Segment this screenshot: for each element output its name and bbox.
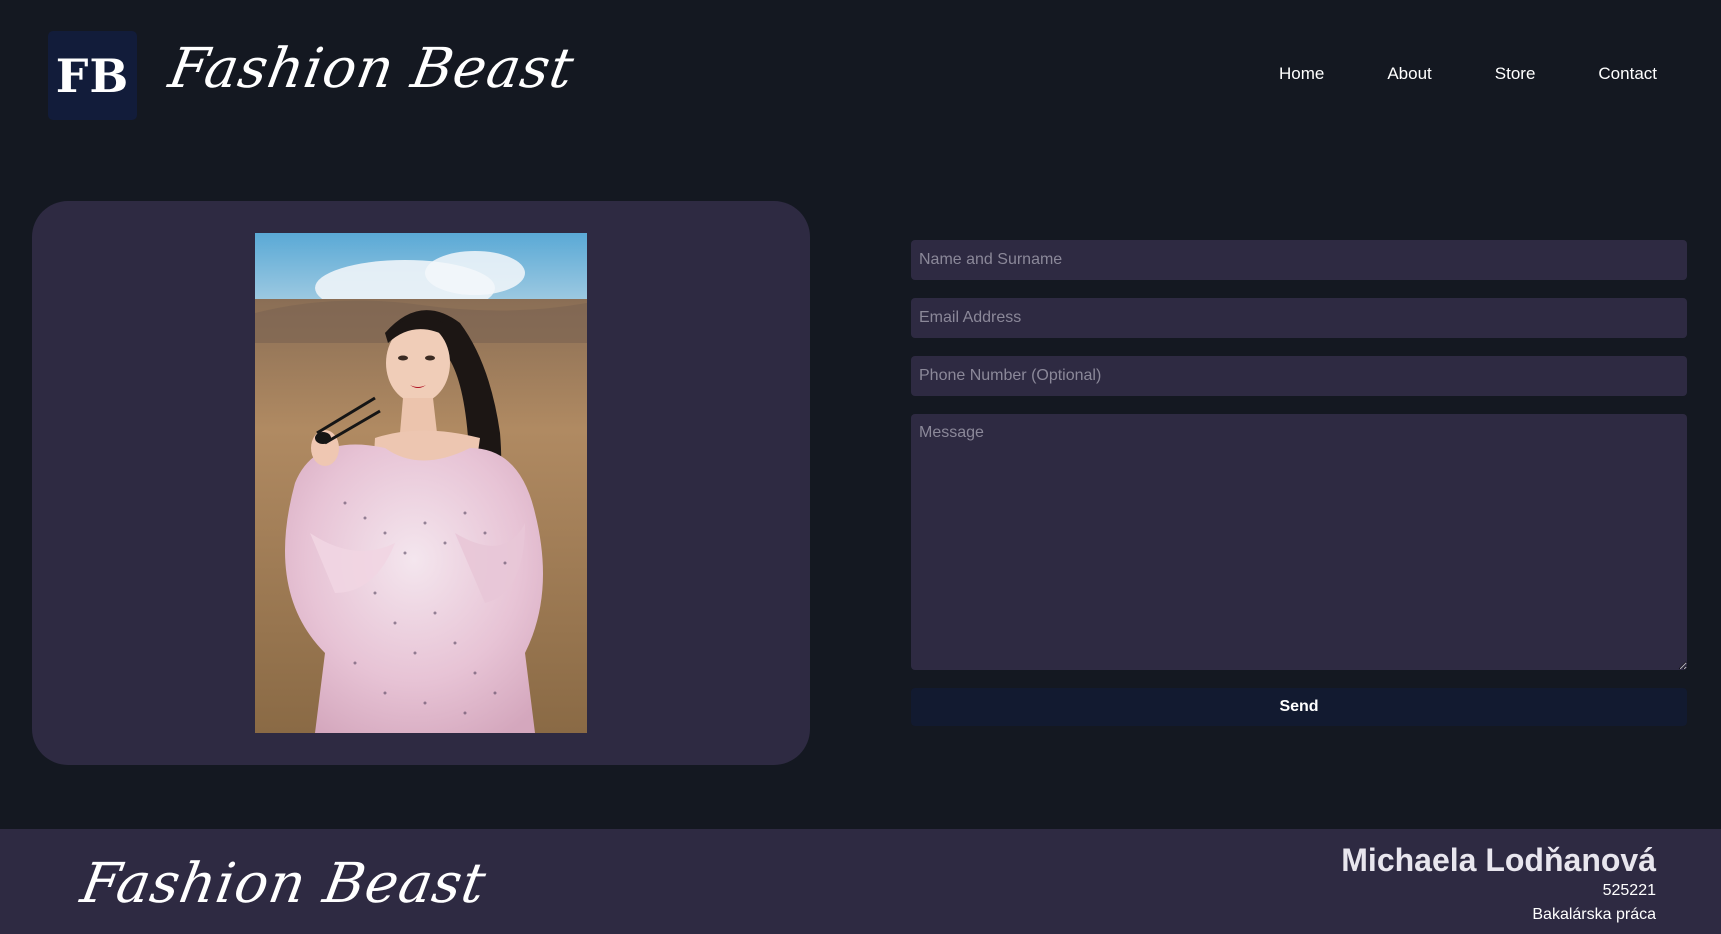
fashion-photo <box>255 233 587 733</box>
name-input[interactable] <box>911 240 1687 280</box>
footer-brand: Fashion Beast <box>76 851 492 915</box>
email-input[interactable] <box>911 298 1687 338</box>
main-nav: Home About Store Contact <box>1216 64 1657 84</box>
photo-card <box>32 201 810 765</box>
nav-store[interactable]: Store <box>1495 64 1536 84</box>
author-name: Michaela Lodňanová <box>1341 842 1656 878</box>
site-footer: Fashion Beast Michaela Lodňanová 525221 … <box>0 829 1721 934</box>
nav-home[interactable]: Home <box>1279 64 1324 84</box>
footer-info: Michaela Lodňanová 525221 Bakalárska prá… <box>1341 841 1656 927</box>
logo-badge[interactable]: FB <box>48 31 137 120</box>
send-button[interactable]: Send <box>911 688 1687 726</box>
phone-input[interactable] <box>911 356 1687 396</box>
nav-about[interactable]: About <box>1387 64 1431 84</box>
nav-contact[interactable]: Contact <box>1598 64 1657 84</box>
message-textarea[interactable] <box>911 414 1687 670</box>
brand-title[interactable]: Fashion Beast <box>164 36 579 100</box>
thesis-label: Bakalárska práca <box>1532 906 1656 924</box>
contact-form: Send <box>911 240 1687 726</box>
student-id: 525221 <box>1602 882 1656 900</box>
site-header: FB Fashion Beast Home About Store Contac… <box>0 0 1721 150</box>
model-illustration <box>255 233 587 733</box>
